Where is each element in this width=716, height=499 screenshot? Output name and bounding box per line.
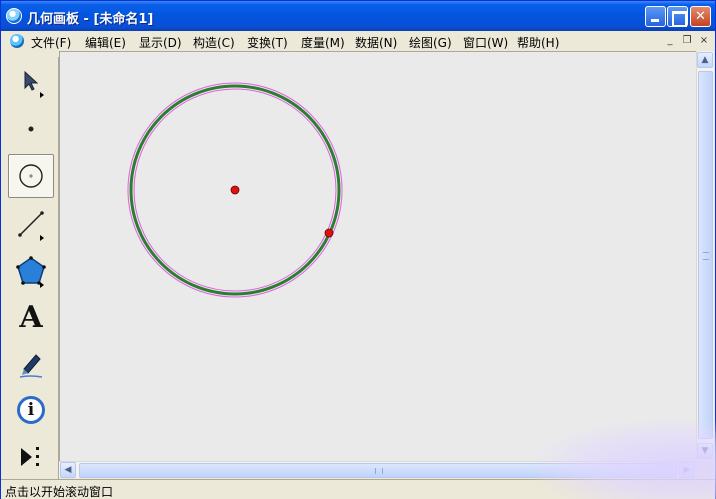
menu-edit[interactable]: 编辑(E) <box>85 34 126 51</box>
title-bar[interactable]: 几何画板 - [未命名1] <box>1 1 715 31</box>
radius-point[interactable] <box>324 228 334 238</box>
information-tool[interactable]: i <box>8 388 54 432</box>
maximize-button[interactable] <box>667 6 688 27</box>
text-tool-icon: A <box>19 299 43 335</box>
sketch-canvas[interactable] <box>59 51 696 462</box>
menu-window[interactable]: 窗口(W) <box>463 34 508 51</box>
grip-icon <box>375 468 383 474</box>
mdi-close-button[interactable]: × <box>697 34 711 47</box>
document-icon[interactable] <box>10 34 24 48</box>
marker-pen-icon <box>19 354 43 378</box>
menu-transform[interactable]: 变换(T) <box>247 34 288 51</box>
center-point[interactable] <box>230 185 240 195</box>
menu-display[interactable]: 显示(D) <box>139 34 182 51</box>
tool-palette: A i <box>4 57 59 479</box>
grip-icon <box>703 252 709 260</box>
straightedge-tool[interactable] <box>8 202 54 246</box>
menu-bar: 文件(F) 编辑(E) 显示(D) 构造(C) 变换(T) 度量(M) 数据(N… <box>1 31 715 51</box>
selection-arrow-tool[interactable] <box>8 59 54 103</box>
point-tool[interactable] <box>8 107 54 151</box>
submenu-indicator-icon <box>40 282 44 288</box>
vertical-scroll-thumb[interactable] <box>698 71 713 439</box>
selection-arrow-icon <box>24 70 39 91</box>
marker-tool[interactable] <box>8 342 54 386</box>
close-button[interactable] <box>690 6 711 27</box>
polygon-tool[interactable] <box>8 249 54 293</box>
construction-drawing <box>127 82 343 298</box>
mdi-minimize-button[interactable]: _ <box>663 34 677 47</box>
minimize-button[interactable] <box>645 6 666 27</box>
menu-measure[interactable]: 度量(M) <box>301 34 345 51</box>
scroll-down-button[interactable]: ▼ <box>697 443 713 459</box>
custom-tools-button[interactable] <box>8 435 54 479</box>
scroll-up-button[interactable]: ▲ <box>697 52 713 68</box>
app-window: 几何画板 - [未命名1] 文件(F) 编辑(E) 显示(D) 构造(C) 变换… <box>0 0 716 499</box>
status-bar: 点击以开始滚动窗口 <box>1 479 715 499</box>
information-icon-letter: i <box>27 400 35 420</box>
horizontal-scrollbar[interactable]: ◀ ▶ <box>59 461 696 478</box>
point-tool-icon <box>28 126 34 132</box>
status-text: 点击以开始滚动窗口 <box>5 485 114 499</box>
scrollbar-corner <box>696 461 714 478</box>
menu-file[interactable]: 文件(F) <box>31 34 71 51</box>
information-icon: i <box>17 396 45 424</box>
horizontal-scroll-thumb[interactable] <box>79 463 677 478</box>
compass-circle-icon <box>19 164 43 188</box>
menu-data[interactable]: 数据(N) <box>355 34 397 51</box>
menu-help[interactable]: 帮助(H) <box>517 34 559 51</box>
vertical-scrollbar[interactable]: ▲ ▼ <box>696 51 714 462</box>
submenu-indicator-icon <box>40 92 44 98</box>
custom-tools-icon <box>21 447 39 466</box>
submenu-indicator-icon <box>40 235 44 241</box>
window-title: 几何画板 - [未命名1] <box>27 12 154 27</box>
scroll-left-button[interactable]: ◀ <box>60 462 76 478</box>
compass-tool[interactable] <box>8 154 54 198</box>
mdi-restore-button[interactable]: ❐ <box>680 34 694 47</box>
sketchpad-app-icon[interactable] <box>6 8 22 24</box>
scroll-right-button[interactable]: ▶ <box>679 462 695 478</box>
menu-construct[interactable]: 构造(C) <box>193 34 235 51</box>
menu-graph[interactable]: 绘图(G) <box>409 34 452 51</box>
text-tool[interactable]: A <box>8 295 54 339</box>
